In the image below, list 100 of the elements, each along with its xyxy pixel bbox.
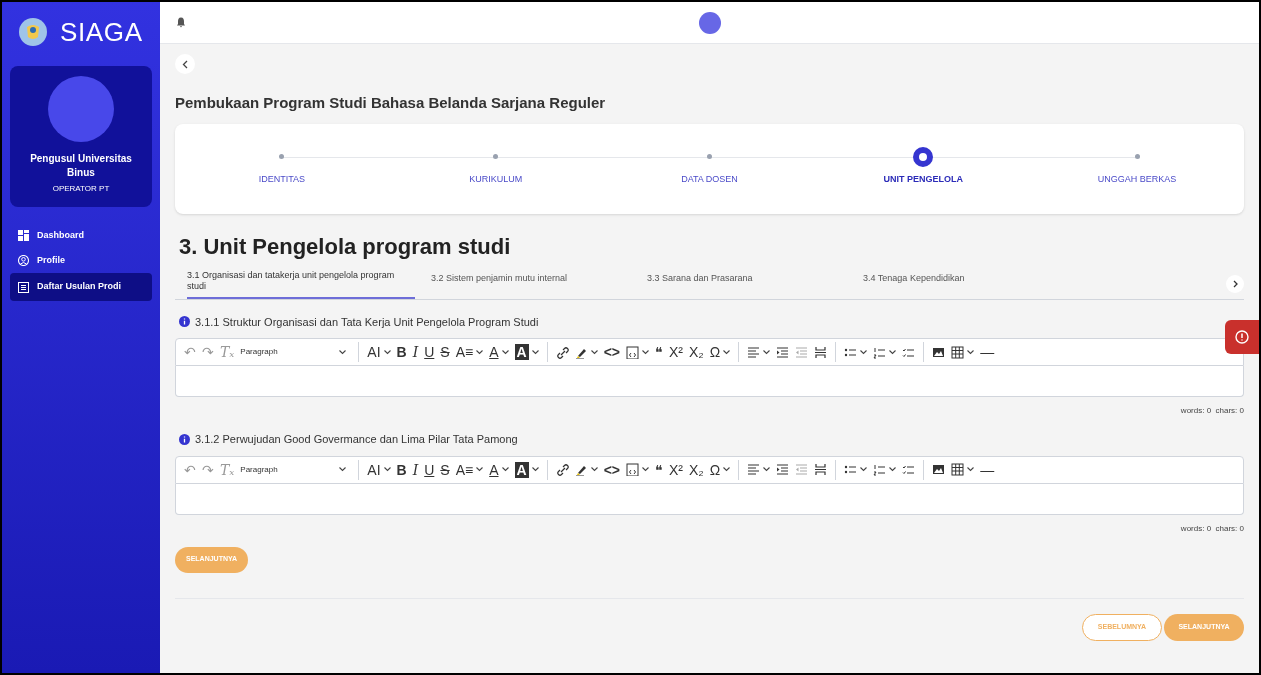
toolbar-button[interactable]: Ω: [709, 344, 721, 360]
pen-icon[interactable]: [574, 463, 588, 476]
chevron-down-icon[interactable]: [476, 467, 484, 472]
word-count: words: 0 chars: 0: [1180, 405, 1244, 417]
grid-icon: [18, 230, 29, 241]
chevron-down-icon[interactable]: [642, 349, 649, 355]
chevron-down-icon[interactable]: [642, 467, 649, 472]
chevron-down-icon[interactable]: [967, 349, 975, 355]
image-icon[interactable]: [932, 463, 946, 476]
toolbar-button[interactable]: U: [424, 461, 435, 478]
toolbar-button[interactable]: ❝: [655, 461, 663, 478]
toolbar-button[interactable]: X₂: [689, 344, 704, 360]
paragraph-select[interactable]: Paragraph: [240, 463, 351, 476]
chevron-down-icon[interactable]: [763, 467, 771, 472]
word-count: words: 0 chars: 0: [1180, 522, 1244, 535]
chevron-right-icon: [1232, 279, 1238, 288]
toolbar-button[interactable]: AI: [367, 344, 381, 360]
toolbar-button[interactable]: X²: [669, 461, 683, 478]
toolbar-button[interactable]: I: [412, 344, 419, 360]
toolbar-button[interactable]: S: [440, 461, 450, 478]
list-icon: [18, 281, 29, 293]
document-code-icon[interactable]: [626, 463, 639, 476]
toolbar-button[interactable]: AI: [367, 461, 381, 478]
chevron-down-icon[interactable]: [339, 349, 347, 355]
editor-field[interactable]: [175, 483, 1244, 515]
chevron-down-icon[interactable]: [860, 349, 868, 355]
profile-role: OPERATOR PT: [52, 183, 110, 195]
info-icon: [179, 433, 190, 445]
chevron-down-icon[interactable]: [476, 349, 484, 355]
toolbar-button[interactable]: ❝: [655, 344, 663, 360]
step-label: UNGGAH BERKAS: [1097, 172, 1177, 186]
nav-item[interactable]: Dashboard: [10, 223, 152, 248]
chevron-down-icon[interactable]: [501, 467, 509, 472]
alert-icon: [1235, 330, 1249, 344]
chevron-down-icon[interactable]: [501, 349, 509, 355]
chevron-down-icon[interactable]: [590, 349, 598, 355]
chevron-down-icon[interactable]: [723, 467, 731, 472]
user-avatar[interactable]: [699, 12, 721, 34]
chevron-down-icon[interactable]: [967, 467, 975, 472]
field-label: 3.1.2 Perwujudan Good Govermance dan Lima Pilar Tata Pamong: [195, 432, 518, 447]
toolbar-button[interactable]: A: [514, 461, 529, 478]
toolbar-button[interactable]: X²: [669, 344, 683, 360]
toolbar-button[interactable]: S: [440, 344, 450, 360]
chevron-down-icon[interactable]: [590, 467, 598, 472]
chevron-down-icon[interactable]: [889, 349, 897, 355]
alert-tab[interactable]: [1225, 320, 1259, 354]
section-title: 3. Unit Pengelola program studi: [179, 232, 512, 261]
chevron-down-icon[interactable]: [763, 349, 771, 355]
page-title: Pembukaan Program Studi Bahasa Belanda Sarjana Reguler: [175, 93, 607, 113]
toolbar-button[interactable]: <>: [603, 461, 620, 478]
app-name: SIAGA: [60, 15, 143, 49]
indent-icon[interactable]: [776, 345, 790, 359]
bell-icon[interactable]: [176, 17, 186, 28]
link-icon[interactable]: [555, 345, 569, 359]
chevron-down-icon[interactable]: [860, 467, 868, 472]
toolbar-button[interactable]: A: [489, 461, 499, 478]
toolbar-button[interactable]: —: [980, 461, 995, 478]
user-icon: [18, 255, 29, 266]
info-icon: [179, 316, 190, 328]
toolbar-button[interactable]: I: [412, 461, 419, 478]
toolbar-button[interactable]: <>: [603, 344, 620, 360]
bullet-list-icon[interactable]: [844, 463, 858, 476]
chevron-down-icon[interactable]: [531, 467, 539, 472]
toolbar-button[interactable]: U: [424, 344, 435, 360]
toolbar-button[interactable]: B: [396, 461, 407, 478]
toolbar-button[interactable]: A: [514, 344, 529, 360]
nav-item[interactable]: Profile: [10, 248, 152, 273]
document-code-icon[interactable]: [626, 345, 639, 359]
toolbar-button[interactable]: X₂: [689, 461, 704, 478]
chevron-down-icon[interactable]: [889, 467, 897, 472]
toolbar-button[interactable]: A≡: [455, 344, 474, 360]
tab[interactable]: 3.1 Organisasi dan tatakerja unit pengelola program studi: [187, 269, 415, 299]
toolbar-button[interactable]: —: [980, 344, 995, 360]
emblem-logo: [18, 17, 48, 47]
table-icon[interactable]: [951, 345, 965, 359]
editor-field[interactable]: [175, 366, 1244, 397]
toolbar-button[interactable]: A: [489, 344, 499, 360]
toolbar-button[interactable]: B: [396, 344, 407, 360]
profile-name: Pengusul Universitas Binus: [29, 152, 133, 180]
checklist-icon[interactable]: [902, 463, 916, 476]
step-label: KURIKULUM: [469, 172, 523, 186]
chevron-down-icon[interactable]: [531, 349, 539, 355]
chevron-down-icon[interactable]: [383, 467, 391, 472]
tab[interactable]: 3.4 Tenaga Kependidikan: [863, 273, 1063, 291]
toolbar-button[interactable]: A≡: [455, 461, 474, 478]
page-break-icon[interactable]: [814, 345, 828, 359]
chevron-down-icon[interactable]: [339, 467, 347, 472]
chevron-down-icon[interactable]: [383, 349, 391, 355]
table-icon[interactable]: [951, 463, 965, 476]
chevron-down-icon[interactable]: [723, 349, 731, 355]
image-icon[interactable]: [932, 345, 946, 359]
field-label: 3.1.1 Struktur Organisasi dan Tata Kerja Unit Pengelola Program Studi: [195, 314, 539, 330]
tab[interactable]: 3.2 Sistem penjamin mutu internal: [431, 273, 631, 291]
nav-item[interactable]: Daftar Usulan Prodi: [10, 273, 152, 301]
link-icon[interactable]: [555, 463, 569, 476]
indent-icon[interactable]: [776, 463, 790, 476]
page-break-icon[interactable]: [814, 463, 828, 476]
paragraph-select[interactable]: Paragraph: [240, 346, 351, 358]
tab[interactable]: 3.3 Sarana dan Prasarana: [647, 273, 847, 291]
toolbar-button[interactable]: Ω: [709, 461, 721, 478]
